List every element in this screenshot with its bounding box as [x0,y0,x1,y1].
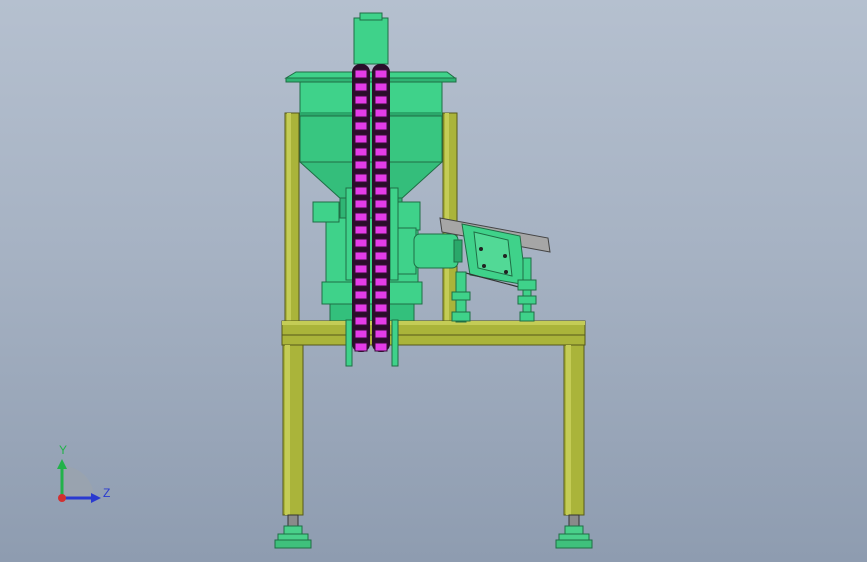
chain-link [374,212,388,222]
chain-link [354,342,368,352]
chain-link [354,82,368,92]
chain-link [374,160,388,170]
orientation-triad: Y Z [40,440,130,520]
z-axis-label: Z [103,486,111,500]
triad-axes-icon [57,459,101,503]
drive-motor[interactable] [397,227,463,275]
cad-viewport[interactable]: Y Z [0,0,867,562]
chain-link [354,173,368,183]
chain-link [374,82,388,92]
chain-link [354,69,368,79]
chain-link [374,173,388,183]
x-axis-dot [58,494,66,502]
chain-link [374,225,388,235]
chain-link [354,134,368,144]
chain-link [374,121,388,131]
chain-link [354,212,368,222]
chain-link [374,238,388,248]
chain-link [354,290,368,300]
chain-link [374,342,388,352]
chain-link [354,303,368,313]
chain-link [374,95,388,105]
chain-link [374,277,388,287]
leveling-foot-left[interactable] [274,514,312,549]
chain-link [354,264,368,274]
chain-link [354,160,368,170]
chain-link [354,251,368,261]
chain-link [374,186,388,196]
chain-link [354,316,368,326]
chain-link [374,290,388,300]
chain-link [374,251,388,261]
leveling-foot-right[interactable] [555,514,593,549]
chain-link [374,108,388,118]
chain-link [354,225,368,235]
chain-link [354,95,368,105]
chain-link [374,134,388,144]
chain-link [354,108,368,118]
chain-link [374,69,388,79]
chain-link [354,147,368,157]
chain-link [354,329,368,339]
chain-link [354,121,368,131]
chain-link [374,316,388,326]
chain-link [354,199,368,209]
machine-model[interactable] [0,0,867,562]
chain-link [354,186,368,196]
chain-link [354,238,368,248]
chain-link [374,199,388,209]
chain-link [354,277,368,287]
y-axis-label: Y [59,443,68,457]
chain-link [374,329,388,339]
chain-link [374,303,388,313]
chain-link [374,147,388,157]
hopper-assembly[interactable] [284,12,457,325]
chain-link [374,264,388,274]
